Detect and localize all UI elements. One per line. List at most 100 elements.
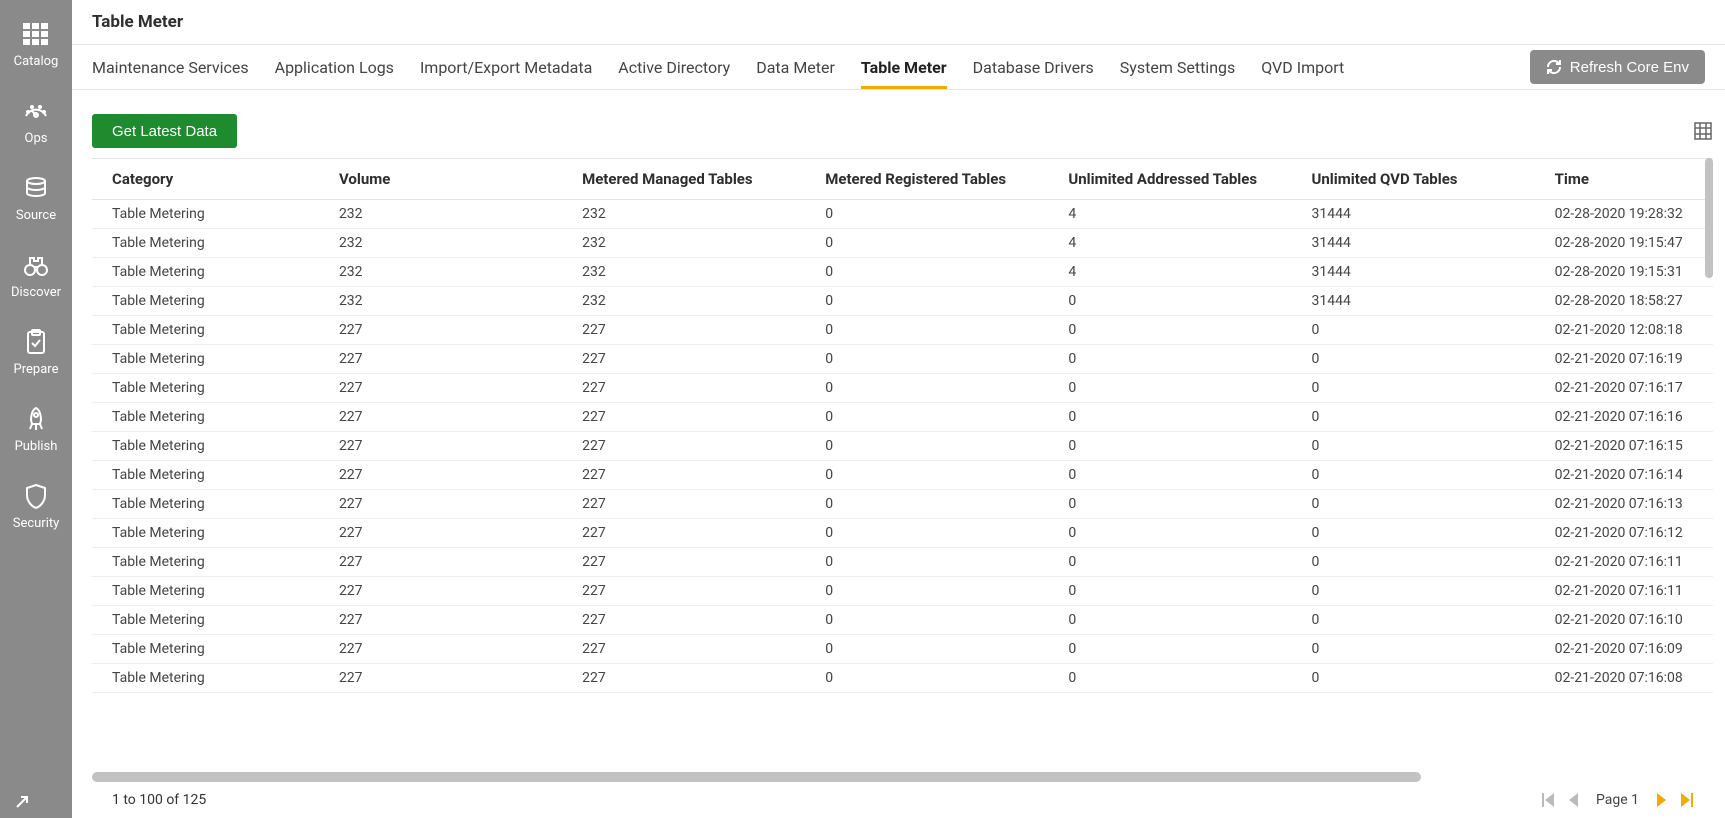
- cell-mrt: 0: [805, 432, 1048, 461]
- tab-data-meter[interactable]: Data Meter: [756, 45, 835, 89]
- cell-time: 02-21-2020 07:16:11: [1535, 577, 1713, 606]
- table-row[interactable]: Table Metering22722700002-21-2020 07:16:…: [92, 374, 1713, 403]
- column-header[interactable]: Time: [1535, 159, 1713, 200]
- cell-mrt: 0: [805, 229, 1048, 258]
- sidebar-label: Prepare: [14, 362, 59, 377]
- table-row[interactable]: Table Metering22722700002-21-2020 07:16:…: [92, 635, 1713, 664]
- table-row[interactable]: Table Metering232232003144402-28-2020 18…: [92, 287, 1713, 316]
- cell-category: Table Metering: [92, 635, 319, 664]
- column-header[interactable]: Metered Managed Tables: [562, 159, 805, 200]
- cell-volume: 227: [319, 403, 562, 432]
- prev-page-button[interactable]: [1568, 793, 1578, 807]
- cell-mmt: 227: [562, 316, 805, 345]
- column-header[interactable]: Metered Registered Tables: [805, 159, 1048, 200]
- table-row[interactable]: Table Metering22722700002-21-2020 07:16:…: [92, 606, 1713, 635]
- next-page-button[interactable]: [1657, 793, 1667, 807]
- column-header[interactable]: Volume: [319, 159, 562, 200]
- vertical-scrollbar[interactable]: [1705, 158, 1713, 278]
- cell-uat: 4: [1048, 258, 1291, 287]
- cell-volume: 227: [319, 345, 562, 374]
- cell-category: Table Metering: [92, 490, 319, 519]
- last-page-button[interactable]: [1681, 793, 1693, 807]
- sidebar-item-publish[interactable]: Publish: [0, 393, 72, 470]
- cell-uat: 0: [1048, 664, 1291, 693]
- cell-uat: 0: [1048, 374, 1291, 403]
- cell-uqt: 0: [1292, 635, 1535, 664]
- table-row[interactable]: Table Metering232232043144402-28-2020 19…: [92, 200, 1713, 229]
- cell-category: Table Metering: [92, 403, 319, 432]
- cell-uqt: 0: [1292, 548, 1535, 577]
- cell-mmt: 227: [562, 461, 805, 490]
- cell-uqt: 0: [1292, 606, 1535, 635]
- first-page-button[interactable]: [1542, 793, 1554, 807]
- cell-uqt: 0: [1292, 490, 1535, 519]
- cell-mmt: 227: [562, 635, 805, 664]
- cell-uat: 0: [1048, 490, 1291, 519]
- sidebar-label: Publish: [15, 439, 58, 454]
- cell-time: 02-28-2020 19:15:47: [1535, 229, 1713, 258]
- table-row[interactable]: Table Metering22722700002-21-2020 07:16:…: [92, 345, 1713, 374]
- sidebar-label: Ops: [25, 131, 48, 146]
- cell-volume: 232: [319, 200, 562, 229]
- column-header[interactable]: Category: [92, 159, 319, 200]
- tab-application-logs[interactable]: Application Logs: [275, 45, 394, 89]
- sidebar-item-security[interactable]: Security: [0, 470, 72, 547]
- cell-mmt: 227: [562, 519, 805, 548]
- table-row[interactable]: Table Metering22722700002-21-2020 12:08:…: [92, 316, 1713, 345]
- tab-qvd-import[interactable]: QVD Import: [1261, 45, 1344, 89]
- cell-mrt: 0: [805, 606, 1048, 635]
- cell-uqt: 31444: [1292, 287, 1535, 316]
- tab-database-drivers[interactable]: Database Drivers: [973, 45, 1094, 89]
- cell-time: 02-21-2020 07:16:17: [1535, 374, 1713, 403]
- sidebar-item-discover[interactable]: Discover: [0, 239, 72, 316]
- cell-category: Table Metering: [92, 577, 319, 606]
- column-header[interactable]: Unlimited QVD Tables: [1292, 159, 1535, 200]
- table-row[interactable]: Table Metering22722700002-21-2020 07:16:…: [92, 403, 1713, 432]
- get-latest-data-button[interactable]: Get Latest Data: [92, 114, 237, 148]
- horizontal-scrollbar[interactable]: [92, 772, 1421, 782]
- cell-mmt: 227: [562, 606, 805, 635]
- table-row[interactable]: Table Metering22722700002-21-2020 07:16:…: [92, 432, 1713, 461]
- refresh-core-env-button[interactable]: Refresh Core Env: [1530, 50, 1705, 84]
- cell-time: 02-21-2020 07:16:14: [1535, 461, 1713, 490]
- table-row[interactable]: Table Metering232232043144402-28-2020 19…: [92, 229, 1713, 258]
- cell-time: 02-28-2020 18:58:27: [1535, 287, 1713, 316]
- cell-uqt: 0: [1292, 316, 1535, 345]
- sidebar-item-source[interactable]: Source: [0, 162, 72, 239]
- refresh-icon: [1546, 59, 1562, 75]
- shield-icon: [22, 482, 50, 510]
- table-row[interactable]: Table Metering22722700002-21-2020 07:16:…: [92, 664, 1713, 693]
- tab-table-meter[interactable]: Table Meter: [861, 45, 947, 89]
- table-row[interactable]: Table Metering22722700002-21-2020 07:16:…: [92, 577, 1713, 606]
- cell-uqt: 0: [1292, 461, 1535, 490]
- tab-maintenance-services[interactable]: Maintenance Services: [92, 45, 249, 89]
- table-row[interactable]: Table Metering22722700002-21-2020 07:16:…: [92, 490, 1713, 519]
- sidebar-item-ops[interactable]: Ops: [0, 85, 72, 162]
- table-row[interactable]: Table Metering232232043144402-28-2020 19…: [92, 258, 1713, 287]
- table-row[interactable]: Table Metering22722700002-21-2020 07:16:…: [92, 548, 1713, 577]
- cell-uqt: 0: [1292, 345, 1535, 374]
- expand-sidebar-button[interactable]: [0, 786, 72, 818]
- sidebar-item-prepare[interactable]: Prepare: [0, 316, 72, 393]
- cell-uqt: 31444: [1292, 258, 1535, 287]
- sidebar-label: Catalog: [14, 54, 59, 69]
- database-icon: [22, 174, 50, 202]
- tab-import-export-metadata[interactable]: Import/Export Metadata: [420, 45, 592, 89]
- tab-active-directory[interactable]: Active Directory: [618, 45, 730, 89]
- table-row[interactable]: Table Metering22722700002-21-2020 07:16:…: [92, 461, 1713, 490]
- cell-uqt: 31444: [1292, 229, 1535, 258]
- cell-mrt: 0: [805, 345, 1048, 374]
- column-header[interactable]: Unlimited Addressed Tables: [1048, 159, 1291, 200]
- cell-uat: 0: [1048, 345, 1291, 374]
- cell-mrt: 0: [805, 577, 1048, 606]
- tab-system-settings[interactable]: System Settings: [1120, 45, 1235, 89]
- cell-mmt: 232: [562, 287, 805, 316]
- cell-category: Table Metering: [92, 316, 319, 345]
- cell-uqt: 0: [1292, 577, 1535, 606]
- cell-mmt: 227: [562, 664, 805, 693]
- sidebar-item-catalog[interactable]: Catalog: [0, 8, 72, 85]
- cell-volume: 227: [319, 432, 562, 461]
- table-row[interactable]: Table Metering22722700002-21-2020 07:16:…: [92, 519, 1713, 548]
- columns-toggle-button[interactable]: [1693, 121, 1713, 141]
- pager: Page 1: [1542, 792, 1693, 808]
